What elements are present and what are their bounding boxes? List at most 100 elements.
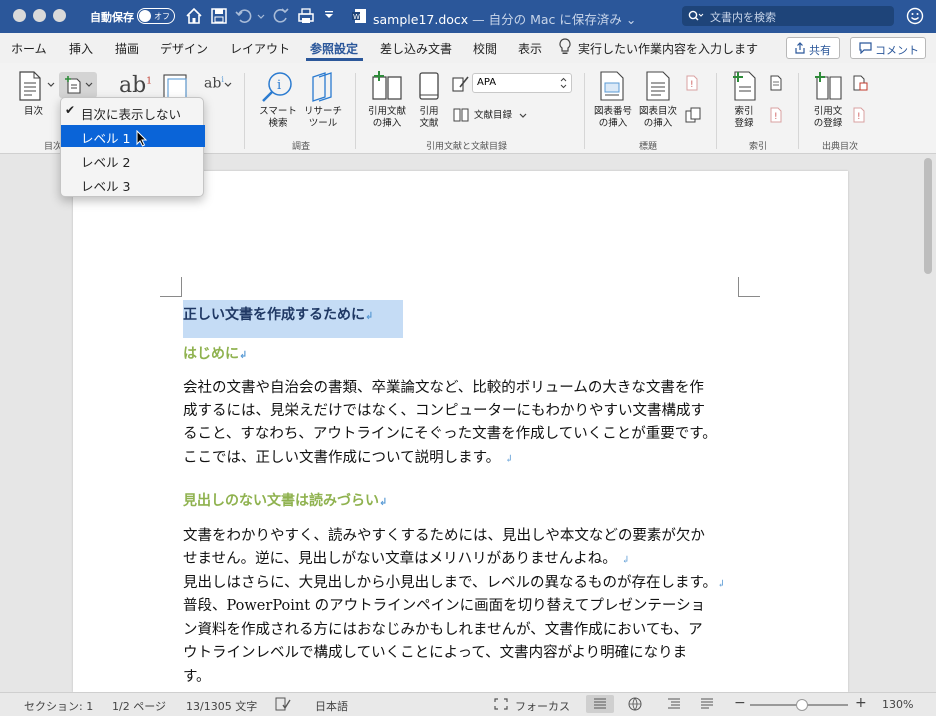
- citation-style-value: APA: [477, 77, 497, 88]
- paragraph-line[interactable]: ここでは、正しい文書作成について説明します。 ↲: [183, 447, 513, 472]
- save-icon[interactable]: [210, 7, 228, 25]
- mark-entry-icon[interactable]: [731, 71, 757, 101]
- focus-icon[interactable]: [494, 698, 508, 710]
- close-window-button[interactable]: [13, 9, 26, 22]
- language-indicator[interactable]: 日本語: [315, 698, 348, 714]
- zoom-window-button[interactable]: [53, 9, 66, 22]
- document-title: sample17.docx — 自分の Mac に保存済み ⌄: [373, 12, 637, 27]
- tell-me-input[interactable]: 実行したい作業内容を入力します: [578, 40, 758, 57]
- smart-lookup-icon[interactable]: i: [260, 71, 294, 103]
- svg-text:!: !: [690, 80, 694, 90]
- paragraph-line[interactable]: 会社の文書や自治会の書類、卒業論文など、比較的ボリュームの大きな文書を作: [183, 377, 704, 401]
- zoom-out-button[interactable]: −: [734, 695, 746, 711]
- paragraph-line[interactable]: 成するには、見栄えだけではなく、コンピューターにもわかりやすい文書構成す: [183, 400, 705, 424]
- print-layout-button[interactable]: [586, 695, 614, 713]
- doc-location: — 自分の Mac に保存済み: [468, 12, 622, 27]
- insert-citation-icon[interactable]: [371, 71, 403, 101]
- print-icon[interactable]: [297, 7, 315, 25]
- paragraph-line[interactable]: 普段、PowerPoint のアウトラインペインに画面を切り替えてプレゼンテーシ…: [183, 595, 705, 619]
- comments-button[interactable]: コメント: [850, 37, 926, 59]
- cross-reference-icon[interactable]: [685, 107, 701, 123]
- bibliography-button[interactable]: 文献目録: [474, 110, 512, 122]
- autosave-state: オフ: [154, 12, 170, 21]
- tab-layout[interactable]: レイアウト: [230, 40, 290, 57]
- footnote-dropdown-icon[interactable]: [224, 81, 232, 89]
- add-text-icon: [65, 76, 81, 94]
- paragraph-line[interactable]: 文書をわかりやすく、読みやすくするためには、見出しや本文などの要素が欠か: [183, 525, 705, 549]
- mark-citation-label: 引用文 の登録: [813, 106, 843, 129]
- menu-item-level-1[interactable]: レベル 1: [61, 125, 205, 147]
- tab-design[interactable]: デザイン: [160, 40, 208, 57]
- undo-dropdown-icon[interactable]: [256, 7, 266, 25]
- table-of-contents-icon[interactable]: [18, 71, 42, 101]
- tab-mailings[interactable]: 差し込み文書: [380, 40, 452, 57]
- heading-1[interactable]: 正しい文書を作成するために↲: [183, 300, 403, 338]
- ribbon-separator: [584, 73, 585, 149]
- zoom-in-button[interactable]: +: [855, 695, 867, 711]
- next-footnote-icon[interactable]: abi: [204, 75, 224, 92]
- researcher-icon[interactable]: [309, 71, 337, 103]
- tab-view[interactable]: 表示: [518, 40, 542, 57]
- add-text-button[interactable]: [59, 72, 97, 98]
- tab-references[interactable]: 参照設定: [310, 40, 358, 57]
- minimize-window-button[interactable]: [33, 9, 46, 22]
- word-count[interactable]: 13/1305 文字: [186, 698, 257, 714]
- paragraph-line[interactable]: す。: [183, 666, 211, 690]
- tab-review[interactable]: 校閲: [473, 40, 497, 57]
- insert-caption-icon[interactable]: [599, 71, 625, 101]
- feedback-smiley-icon[interactable]: [906, 7, 924, 25]
- draft-view-icon[interactable]: [700, 698, 714, 710]
- insert-table-of-figures-icon[interactable]: [645, 71, 671, 101]
- heading-2-intro[interactable]: はじめに↲: [183, 343, 247, 363]
- share-button[interactable]: 共有: [786, 37, 840, 59]
- insert-citation-label: 引用文献 の挿入: [367, 106, 406, 129]
- focus-label[interactable]: フォーカス: [515, 698, 570, 714]
- researcher-label: リサーチ ツール: [303, 106, 342, 129]
- undo-icon[interactable]: [235, 7, 253, 25]
- status-bar: セクション: 1 1/2 ページ 13/1305 文字 日本語 フォーカス − …: [0, 692, 936, 716]
- crop-mark: [738, 277, 760, 297]
- paragraph-line[interactable]: 見出しはさらに、大見出しから小見出しまで、レベルの異なるものが存在します。↲: [183, 572, 725, 597]
- mark-citation-icon[interactable]: [813, 71, 843, 101]
- document-page[interactable]: 正しい文書を作成するために↲ はじめに↲ 会社の文書や自治会の書類、卒業論文など…: [73, 171, 848, 692]
- tab-home[interactable]: ホーム: [11, 40, 47, 57]
- citation-style-select[interactable]: APA: [472, 73, 572, 93]
- svg-text:!: !: [857, 112, 861, 122]
- tab-draw[interactable]: 描画: [115, 40, 139, 57]
- vertical-scrollbar[interactable]: [924, 158, 932, 274]
- comment-icon: [859, 42, 872, 54]
- search-placeholder: 文書内を検索: [710, 11, 776, 24]
- chevron-down-icon[interactable]: [519, 112, 527, 120]
- autosave-toggle[interactable]: オフ: [137, 8, 175, 24]
- ribbon-separator: [798, 73, 799, 149]
- menu-item-level-3[interactable]: レベル 3: [61, 173, 205, 195]
- menu-item-do-not-show[interactable]: ✔ 目次に表示しない: [61, 101, 205, 123]
- paragraph-line[interactable]: ン資料を作成される方にはおなじみかもしれませんが、文書作成においても、ア: [183, 619, 703, 643]
- heading-2-no-heading[interactable]: 見出しのない文書は読みづらい↲: [183, 490, 387, 510]
- redo-icon[interactable]: [272, 7, 290, 25]
- search-input[interactable]: 文書内を検索: [682, 6, 894, 26]
- tab-insert[interactable]: 挿入: [69, 40, 93, 57]
- zoom-level[interactable]: 130%: [882, 698, 913, 711]
- toc-label: 目次: [24, 106, 44, 117]
- proofing-icon[interactable]: [275, 697, 291, 711]
- outline-view-icon[interactable]: [667, 698, 681, 710]
- section-indicator: セクション: 1: [24, 700, 94, 713]
- paragraph-line[interactable]: せません。逆に、見出しがない文章はメリハリがありませんよね。 ↲: [183, 548, 630, 573]
- paragraph-line[interactable]: ウトラインレベルで構成していくことによって、文書内容がより明確になりま: [183, 642, 687, 666]
- home-icon[interactable]: [185, 7, 203, 25]
- paragraph-line[interactable]: ること、すなわち、アウトラインにそぐった文書を作成していくことが重要です。: [183, 423, 717, 447]
- customize-toolbar-icon[interactable]: [323, 7, 335, 25]
- insert-footnote-icon[interactable]: ab1: [119, 73, 152, 98]
- web-layout-icon[interactable]: [628, 697, 642, 711]
- insert-index-icon[interactable]: [769, 75, 783, 91]
- page-indicator[interactable]: 1/2 ページ: [112, 698, 166, 714]
- insert-tof-label: 図表目次 の挿入: [638, 106, 677, 129]
- menu-item-level-2[interactable]: レベル 2: [61, 149, 205, 171]
- insert-table-of-authorities-icon[interactable]: [852, 75, 868, 91]
- svg-text:!: !: [774, 112, 778, 122]
- insert-caption-label: 図表番号 の挿入: [593, 106, 632, 129]
- toc-dropdown-icon[interactable]: [47, 81, 55, 89]
- citation-book-icon[interactable]: [418, 71, 440, 101]
- zoom-slider-handle[interactable]: [796, 699, 808, 711]
